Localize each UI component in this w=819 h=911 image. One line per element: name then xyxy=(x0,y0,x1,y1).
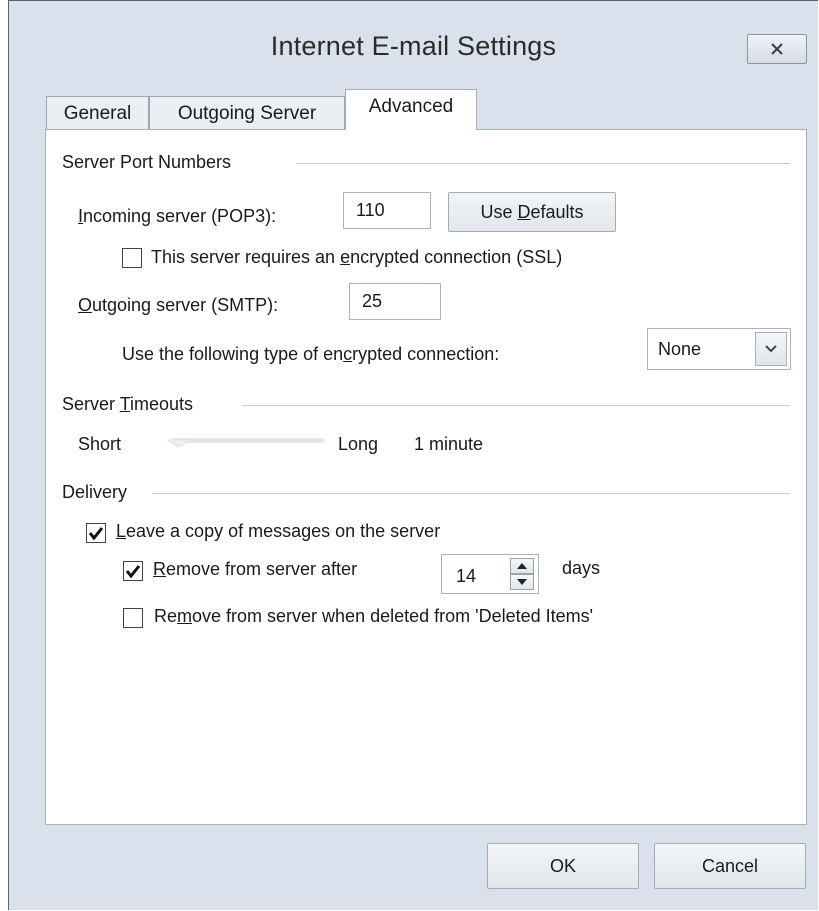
group-divider xyxy=(152,493,790,494)
dialog-window: Internet E-mail Settings General Outgoin… xyxy=(8,0,818,910)
encryption-type-label: Use the following type of encrypted conn… xyxy=(122,344,500,364)
tab-general[interactable]: General xyxy=(46,96,149,130)
arrow-down-icon xyxy=(517,579,527,585)
timeout-short-label: Short xyxy=(78,434,122,454)
close-button[interactable] xyxy=(747,34,807,64)
group-title-server-timeouts: Server Timeouts xyxy=(62,394,194,414)
tab-general-label: General xyxy=(63,102,132,124)
use-defaults-button[interactable]: Use Defaults xyxy=(448,192,616,232)
remove-after-label: Remove from server after xyxy=(153,559,358,579)
cancel-button-label: Cancel xyxy=(701,855,759,876)
tab-advanced[interactable]: Advanced xyxy=(345,89,477,130)
ssl-checkbox[interactable] xyxy=(122,248,142,268)
encryption-selected-value: None xyxy=(658,339,702,359)
close-icon xyxy=(771,43,783,55)
days-spinner-value: 14 xyxy=(456,566,477,586)
encryption-dropdown-button[interactable] xyxy=(755,332,787,366)
timeout-slider[interactable] xyxy=(162,436,324,450)
group-divider xyxy=(296,163,790,164)
chevron-down-icon xyxy=(765,345,777,353)
timeout-value: 1 minute xyxy=(414,434,484,454)
slider-track xyxy=(172,438,324,443)
remove-when-deleted-checkbox[interactable] xyxy=(123,608,143,628)
days-label: days xyxy=(562,558,601,578)
remove-when-deleted-label: Remove from server when deleted from 'De… xyxy=(154,606,594,626)
remove-after-checkbox[interactable] xyxy=(123,561,143,581)
checkmark-icon xyxy=(125,565,141,578)
leave-copy-label: Leave a copy of messages on the server xyxy=(116,521,441,541)
dialog-title: Internet E-mail Settings xyxy=(270,31,557,61)
use-defaults-label: Use Defaults xyxy=(480,201,584,222)
ok-button-label: OK xyxy=(549,855,576,876)
timeout-long-label: Long xyxy=(338,434,379,454)
incoming-server-label: Incoming server (POP3): xyxy=(78,206,277,226)
tab-outgoing-server-label: Outgoing Server xyxy=(177,102,317,124)
arrow-up-icon xyxy=(517,563,527,569)
ssl-label: This server requires an encrypted connec… xyxy=(151,247,563,267)
days-spin-down[interactable] xyxy=(510,574,534,590)
slider-thumb[interactable] xyxy=(168,436,190,448)
group-title-delivery: Delivery xyxy=(62,482,128,502)
incoming-port-input[interactable]: 110 xyxy=(343,192,431,229)
cancel-button[interactable]: Cancel xyxy=(654,843,806,889)
days-spin-up[interactable] xyxy=(510,558,534,574)
tab-outgoing-server[interactable]: Outgoing Server xyxy=(149,96,345,130)
days-spinner[interactable]: 14 xyxy=(441,554,539,594)
encryption-type-select[interactable]: None xyxy=(647,328,791,370)
outgoing-port-input[interactable]: 25 xyxy=(349,283,441,320)
outgoing-server-label: Outgoing server (SMTP): xyxy=(78,295,279,315)
group-divider xyxy=(242,405,790,406)
advanced-tab-panel: Server Port Numbers Incoming server (POP… xyxy=(45,129,807,825)
tab-advanced-label: Advanced xyxy=(368,96,454,117)
ok-button[interactable]: OK xyxy=(487,843,639,889)
checkmark-icon xyxy=(88,527,104,540)
group-title-server-port-numbers: Server Port Numbers xyxy=(62,152,232,172)
leave-copy-checkbox[interactable] xyxy=(86,523,106,543)
